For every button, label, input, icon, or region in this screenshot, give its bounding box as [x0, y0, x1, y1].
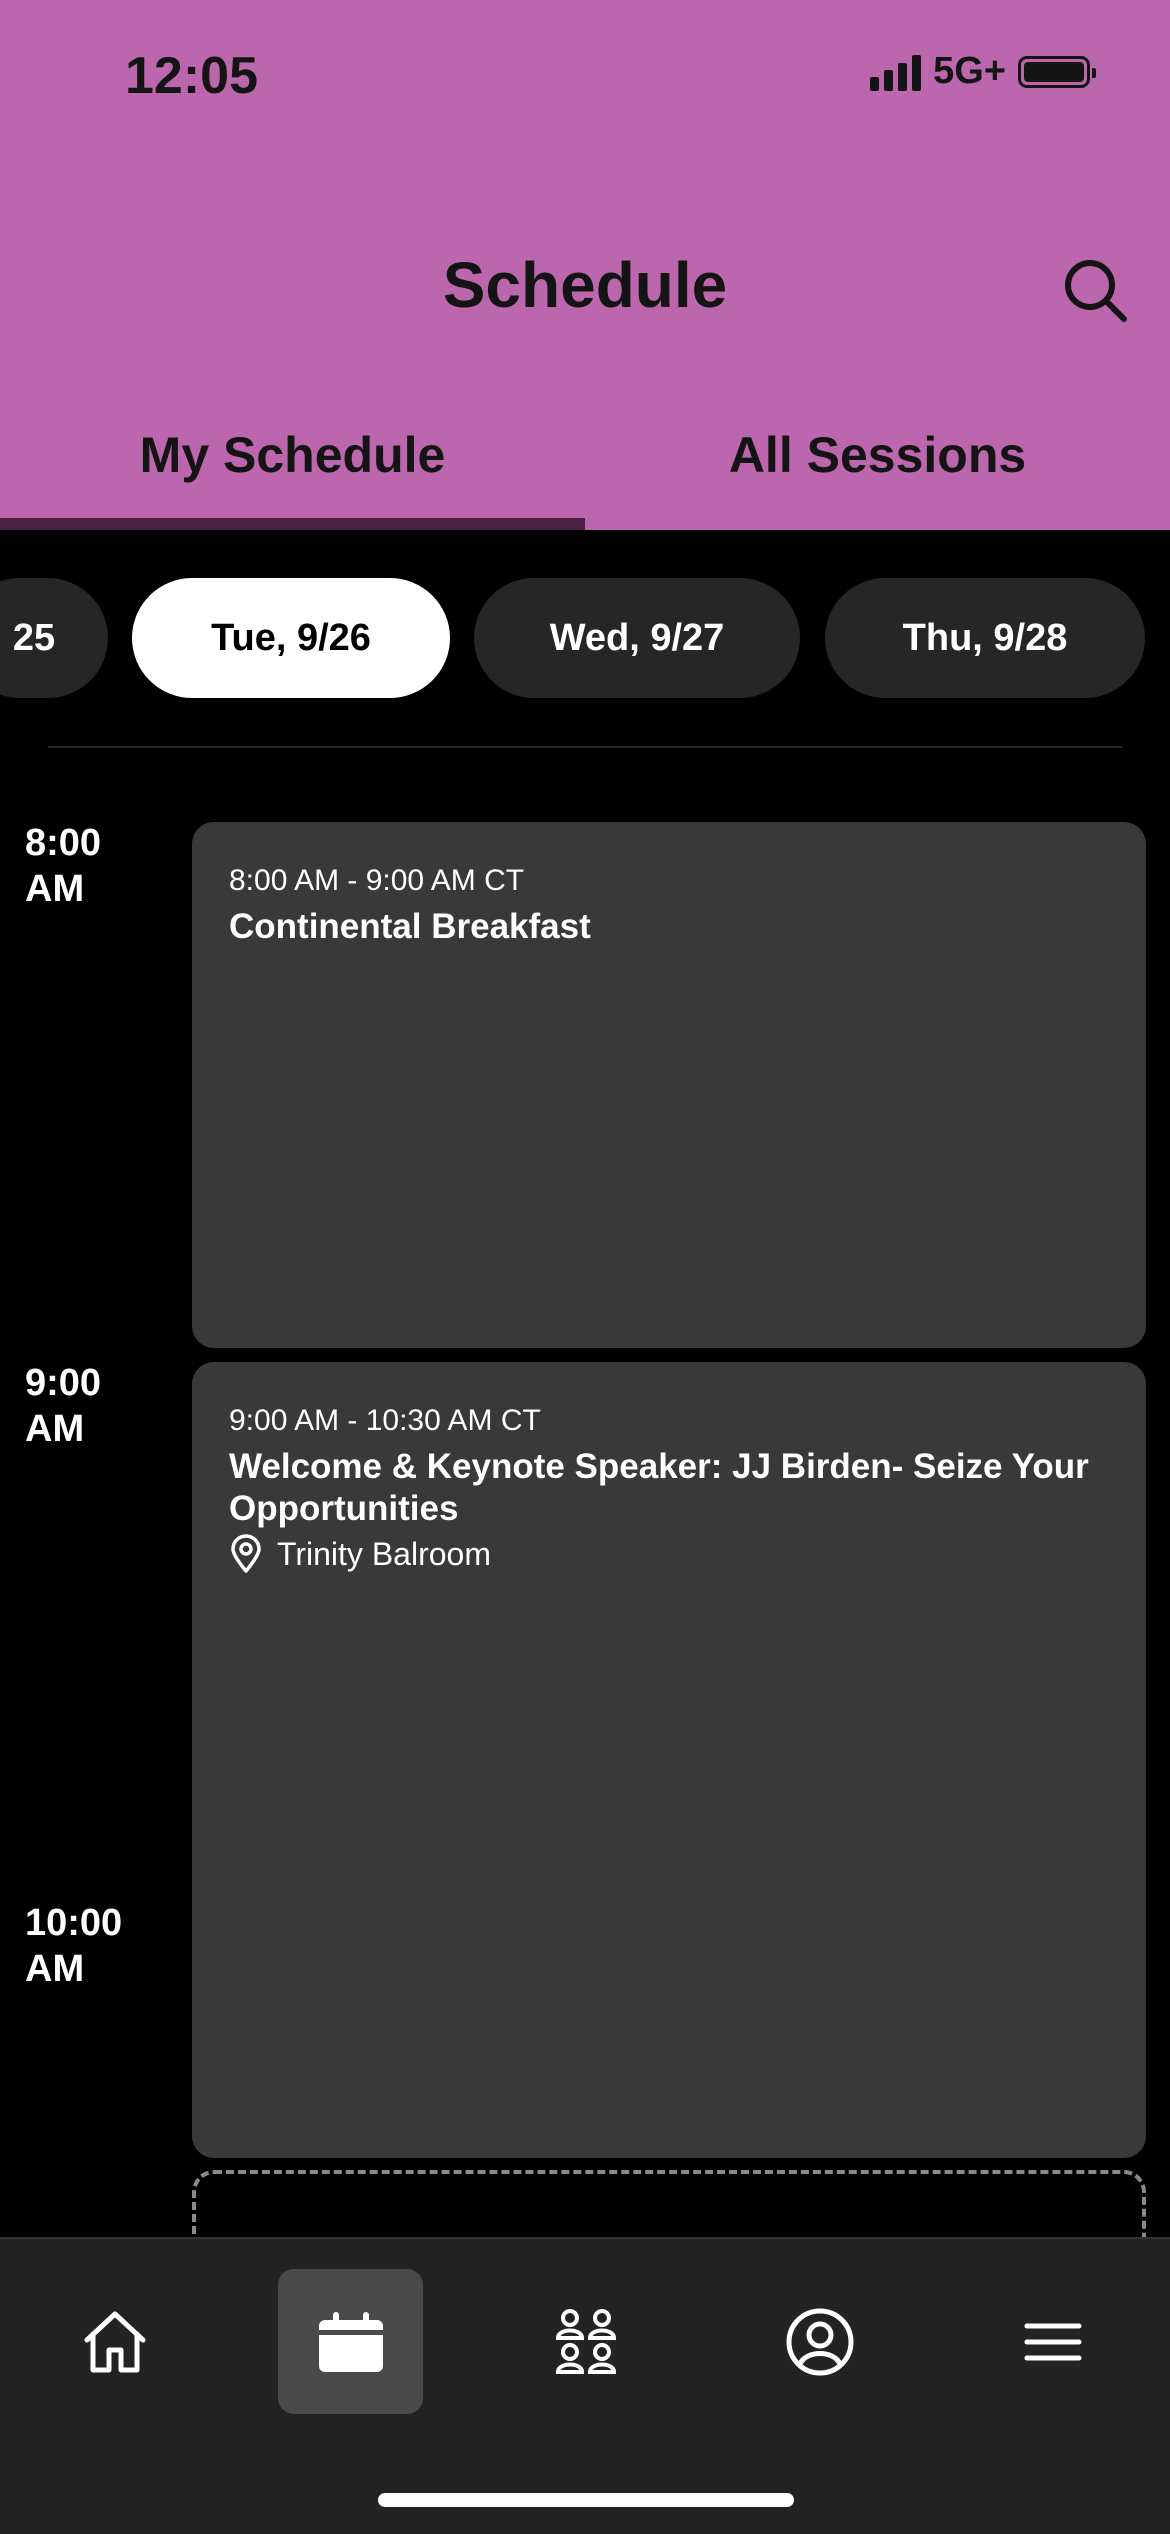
nav-profile[interactable] — [747, 2269, 892, 2414]
event-time: 8:00 AM - 9:00 AM CT — [229, 864, 525, 897]
nav-home[interactable] — [42, 2269, 187, 2414]
date-chip-prev[interactable]: 25 — [0, 578, 108, 698]
battery-icon — [1018, 55, 1096, 88]
time-label-10am: 10:00 AM — [25, 1902, 123, 1990]
event-card-keynote[interactable]: 9:00 AM - 10:30 AM CT Welcome & Keynote … — [192, 1362, 1146, 2158]
status-time: 12:05 — [125, 47, 258, 105]
date-chip-tue[interactable]: Tue, 9/26 — [132, 578, 450, 698]
tab-my-schedule[interactable]: My Schedule — [0, 426, 585, 484]
network-label: 5G+ — [933, 50, 1006, 92]
header: 12:05 5G+ Schedule My Schedule All Sessi… — [0, 0, 1170, 530]
event-location: Trinity Balroom — [229, 1534, 491, 1574]
divider — [48, 746, 1122, 748]
home-indicator — [378, 2493, 794, 2507]
home-icon — [84, 2311, 145, 2372]
people-icon — [555, 2308, 616, 2374]
location-pin-icon — [231, 1534, 261, 1573]
time-label-8am: 8:00 AM — [25, 822, 102, 910]
signal-icon — [870, 53, 922, 91]
event-title: Welcome & Keynote Speaker: JJ Birden- Se… — [229, 1447, 1089, 1528]
tab-indicator — [0, 518, 585, 530]
profile-icon — [786, 2308, 853, 2375]
event-title: Continental Breakfast — [229, 907, 591, 946]
nav-menu[interactable] — [980, 2269, 1125, 2414]
event-location-label: Trinity Balroom — [277, 1535, 491, 1572]
event-card-breakfast[interactable]: 8:00 AM - 9:00 AM CT Continental Breakfa… — [192, 822, 1146, 1348]
search-button[interactable] — [1060, 255, 1132, 327]
menu-icon — [1024, 2323, 1081, 2360]
status-icons: 5G+ — [870, 50, 1096, 93]
bottom-nav — [0, 2237, 1170, 2534]
date-chip-wed[interactable]: Wed, 9/27 — [474, 578, 800, 698]
nav-attendees[interactable] — [513, 2269, 658, 2414]
page-title: Schedule — [442, 249, 728, 321]
event-time: 9:00 AM - 10:30 AM CT — [229, 1404, 541, 1437]
date-chip-thu[interactable]: Thu, 9/28 — [825, 578, 1145, 698]
search-icon — [1065, 260, 1127, 322]
tab-all-sessions[interactable]: All Sessions — [585, 426, 1170, 484]
calendar-icon — [318, 2311, 383, 2372]
time-label-9am: 9:00 AM — [25, 1362, 102, 1450]
nav-schedule[interactable] — [278, 2269, 423, 2414]
